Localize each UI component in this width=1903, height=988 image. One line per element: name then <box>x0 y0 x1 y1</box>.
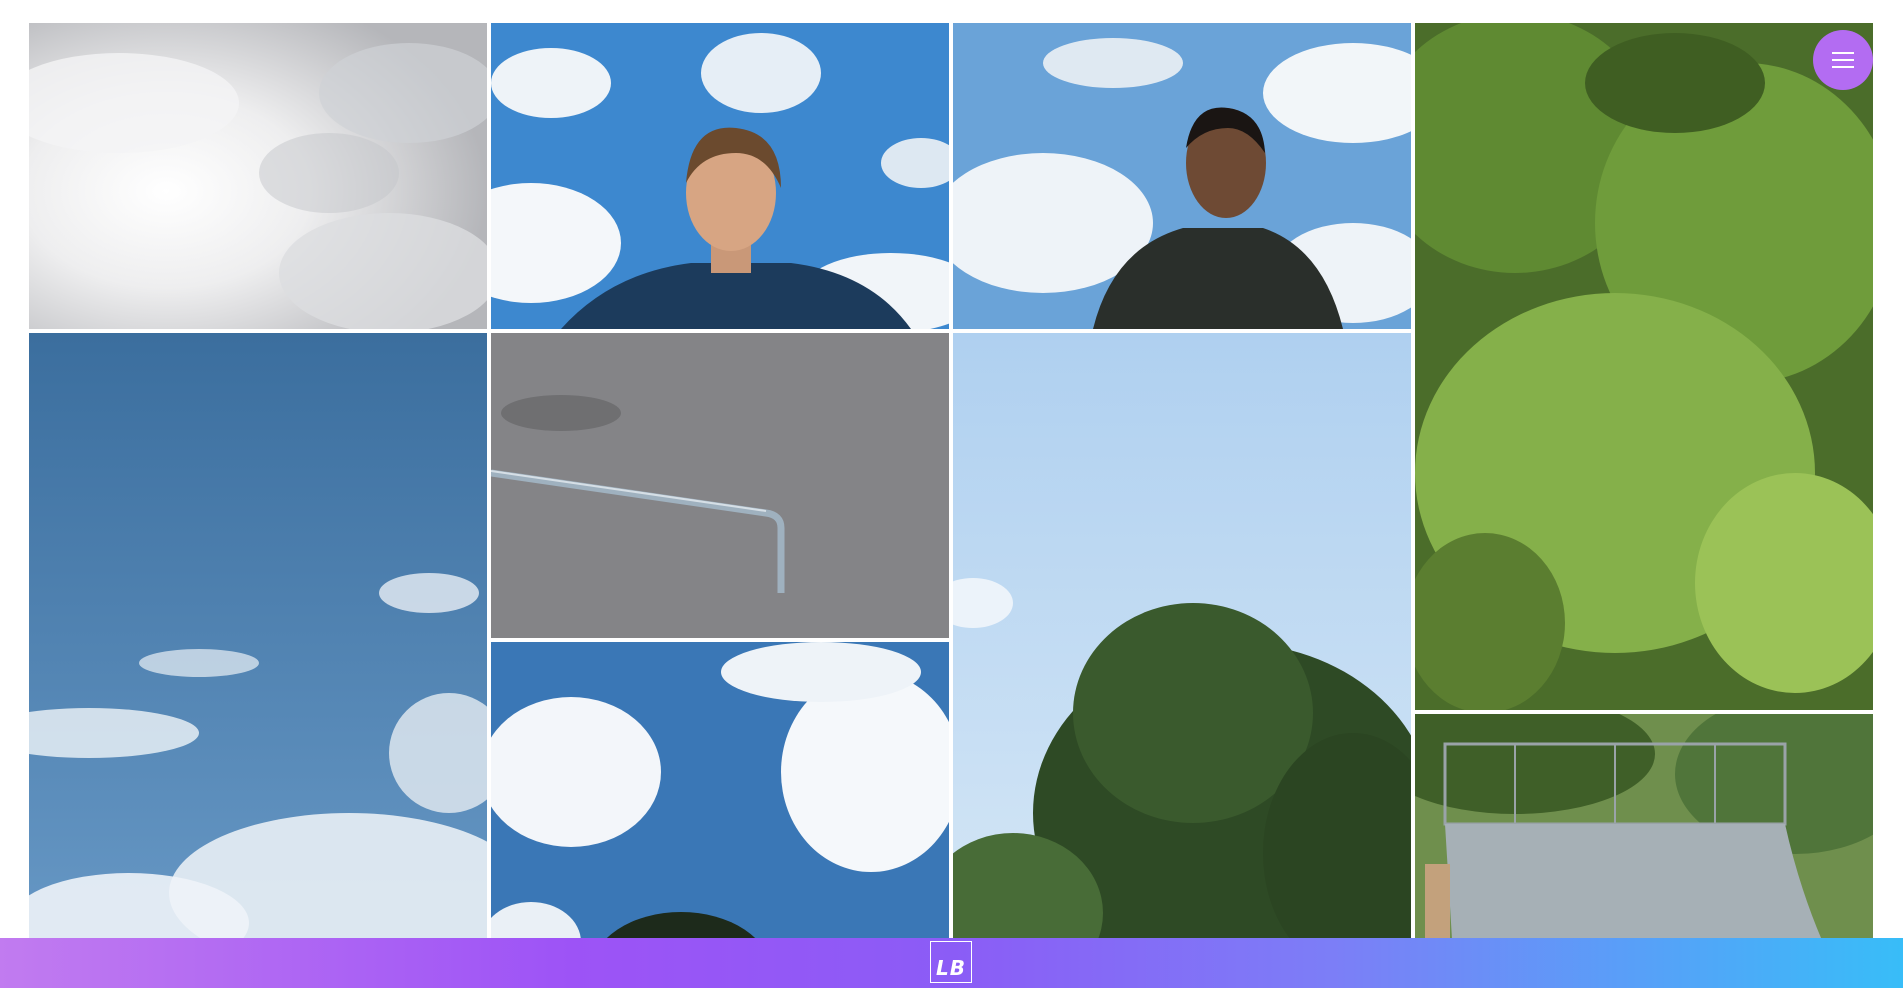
logo[interactable]: LB <box>930 941 972 983</box>
hamburger-menu-icon <box>1832 50 1854 70</box>
photo-tree-clear-sky[interactable] <box>953 333 1411 988</box>
photo-portrait-blue-shirt[interactable] <box>491 23 949 329</box>
photo-cloudy-sky[interactable] <box>29 23 487 329</box>
photo-tree-canopy[interactable] <box>1415 23 1873 710</box>
photo-clouds-treetop[interactable] <box>491 642 949 988</box>
footer-bar: LB <box>0 938 1903 988</box>
photo-portrait-green-shirt[interactable] <box>953 23 1411 329</box>
photo-blue-sky-clouds[interactable] <box>29 333 487 988</box>
menu-button[interactable] <box>1813 30 1873 90</box>
photo-gallery <box>29 23 1874 988</box>
photo-skate-rail[interactable] <box>491 333 949 638</box>
